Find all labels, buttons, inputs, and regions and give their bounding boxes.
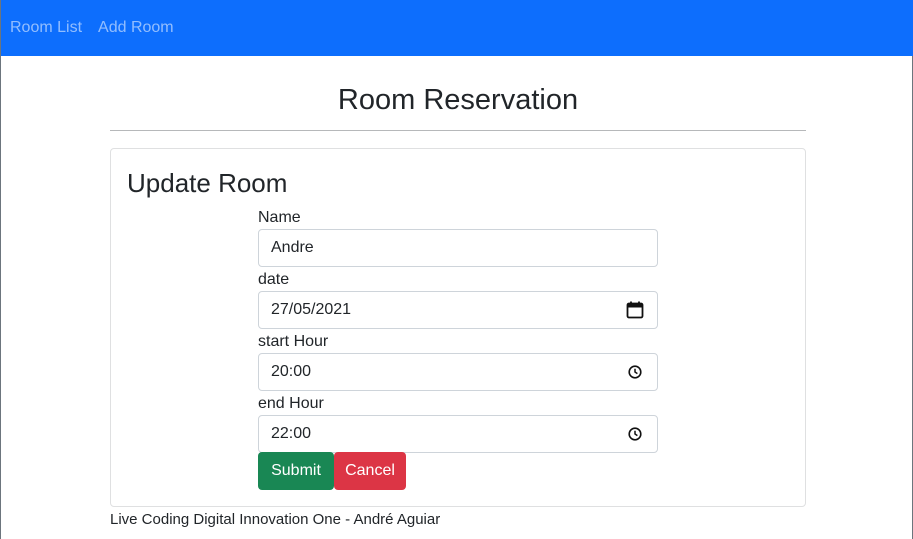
title-divider [110, 130, 806, 131]
nav-add-room-link[interactable]: Add Room [98, 16, 174, 40]
date-input[interactable]: 27/05/2021 [258, 291, 658, 329]
date-label: date [258, 271, 290, 288]
update-room-card: Update Room Name Andre date 27/05/2021 s… [110, 148, 806, 507]
name-input[interactable]: Andre [258, 229, 658, 267]
end-hour-input[interactable]: 22:00 [258, 415, 658, 453]
date-input-value: 27/05/2021 [271, 301, 352, 318]
nav-room-list-link[interactable]: Room List [10, 16, 82, 40]
start-hour-input-value: 20:00 [271, 363, 312, 380]
name-label: Name [258, 209, 301, 226]
end-hour-input-value: 22:00 [271, 425, 312, 442]
clock-icon[interactable] [625, 424, 645, 444]
start-hour-input[interactable]: 20:00 [258, 353, 658, 391]
clock-icon[interactable] [625, 362, 645, 382]
calendar-icon[interactable] [625, 300, 645, 320]
cancel-button[interactable]: Cancel [334, 452, 406, 490]
submit-button[interactable]: Submit [258, 452, 334, 490]
start-hour-label: start Hour [258, 333, 329, 350]
navbar: Room List Add Room [1, 0, 913, 56]
name-input-value: Andre [271, 239, 314, 256]
card-title: Update Room [127, 168, 288, 198]
footer-text: Live Coding Digital Innovation One - And… [110, 511, 441, 528]
end-hour-label: end Hour [258, 395, 324, 412]
page-title: Room Reservation [337, 84, 579, 116]
